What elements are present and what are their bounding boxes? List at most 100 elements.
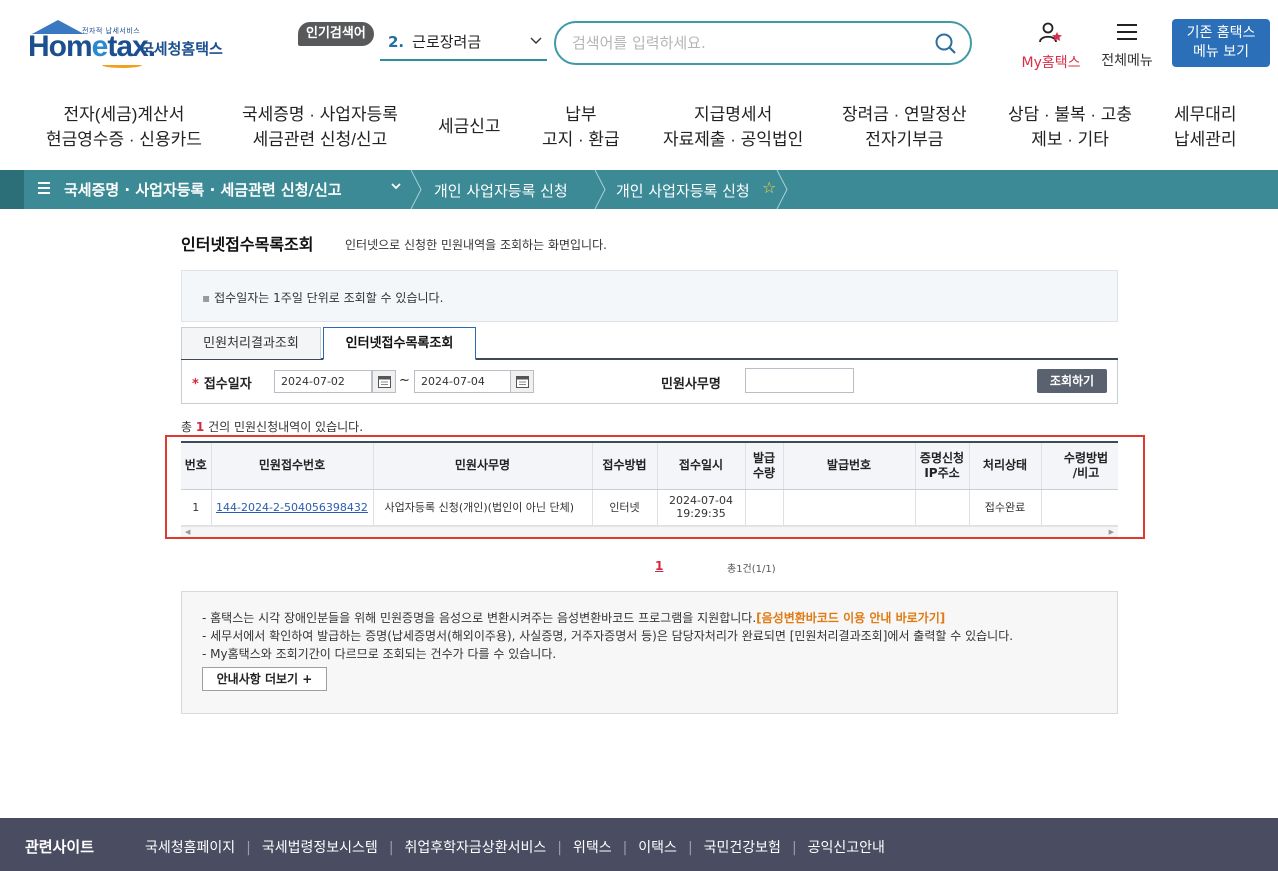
gnb-label: 세금관련 신청/신고 [252, 130, 388, 149]
search-box [554, 21, 972, 65]
gnb-item-consult[interactable]: 상담 · 불복 · 고충 제보 · 기타 [1008, 102, 1132, 152]
count-suffix: 건의 민원신청내역이 있습니다. [208, 420, 364, 434]
my-hometax-link[interactable]: My홈택스 [1016, 22, 1086, 72]
notice-text: 접수일자는 1주일 단위로 조회할 수 있습니다. [214, 291, 444, 305]
footer-separator: | [388, 840, 394, 856]
info-box: - 홈택스는 시각 장애인분들을 위해 민원증명을 음성으로 변환시켜주는 음성… [181, 591, 1118, 714]
gnb-label: 전자(세금)계산서 [63, 105, 185, 124]
footer-separator: | [791, 840, 797, 856]
breadcrumb-edge [0, 170, 24, 209]
calendar-icon[interactable] [510, 370, 534, 393]
breadcrumb-separator-icon [410, 170, 422, 209]
related-sites-title: 관련사이트 [25, 838, 95, 856]
gnb-item-tax-report[interactable]: 세금신고 [438, 114, 501, 139]
gnb-label: 국세증명 · 사업자등록 [242, 105, 398, 124]
user-icon [1038, 22, 1064, 48]
page-description: 인터넷으로 신청한 민원내역을 조회하는 화면입니다. [345, 238, 607, 252]
footer-link[interactable]: 국세법령정보시스템 [262, 840, 378, 856]
gnb-label: 제보 · 기타 [1031, 130, 1109, 149]
gnb-label: 납부 [565, 105, 597, 124]
search-form: * 접수일자 2024-07-02 ~ 2024-07-04 민원사무명 조회하기 [181, 360, 1118, 404]
footer-link[interactable]: 취업후학자금상환서비스 [405, 840, 547, 856]
gnb-label: 자료제출 · 공익법인 [663, 130, 804, 149]
logo-swoosh-icon [102, 62, 142, 68]
required-mark: * [192, 377, 199, 392]
old-menu-line1: 기존 홈택스 [1186, 25, 1256, 41]
footer-link[interactable]: 이택스 [638, 840, 677, 856]
page-total: 총1건(1/1) [727, 564, 776, 575]
gnb-item-statement[interactable]: 지급명세서 자료제출 · 공익법인 [663, 102, 803, 152]
popular-search-badge: 인기검색어 [298, 22, 374, 46]
my-hometax-label: My홈택스 [1021, 55, 1081, 71]
chevron-down-icon[interactable] [389, 179, 403, 197]
logo-brand: Hometax. [28, 30, 156, 63]
gnb-label: 현금영수증 · 신용카드 [46, 130, 202, 149]
info-line-3: - My홈택스와 조회기간이 다르므로 조회되는 건수가 다를 수 있습니다. [202, 647, 557, 661]
notice-box: ▪ 접수일자는 1주일 단위로 조회할 수 있습니다. [181, 270, 1118, 322]
hometax-logo[interactable]: 전자적 납세서비스 Hometax. 국세청홈택스 [26, 20, 236, 70]
gnb-item-certificate[interactable]: 국세증명 · 사업자등록 세금관련 신청/신고 [242, 102, 398, 152]
footer-link[interactable]: 위택스 [573, 840, 612, 856]
info-line-1: - 홈택스는 시각 장애인분들을 위해 민원증명을 음성으로 변환시켜주는 음성… [202, 609, 945, 626]
page-number-current[interactable]: 1 [655, 559, 663, 573]
all-menu-button[interactable]: 전체메뉴 [1096, 22, 1158, 70]
voice-barcode-link[interactable]: [음성변환바코드 이용 안내 바로가기] [756, 611, 945, 625]
gnb-label: 고지 · 환급 [542, 130, 620, 149]
footer-link[interactable]: 공익신고안내 [808, 840, 885, 856]
result-count: 총 1 건의 민원신청내역이 있습니다. [181, 418, 363, 435]
gnb-item-incentive[interactable]: 장려금 · 연말정산 전자기부금 [842, 102, 967, 152]
menu-list-icon [38, 182, 50, 196]
gnb-item-agent[interactable]: 세무대리 납세관리 [1174, 102, 1237, 152]
tab-bar: 민원처리결과조회 인터넷접수목록조회 [181, 327, 1118, 360]
count-prefix: 총 [181, 420, 193, 434]
civil-name-input[interactable] [745, 368, 854, 393]
gnb-item-payment[interactable]: 납부 고지 · 환급 [542, 102, 620, 152]
header: 전자적 납세서비스 Hometax. 국세청홈택스 인기검색어 2. 근로장려금 … [0, 0, 1278, 84]
all-menu-label: 전체메뉴 [1101, 53, 1153, 69]
footer-separator: | [246, 840, 251, 856]
popular-keyword: 근로장려금 [412, 33, 482, 51]
breadcrumb-level1[interactable]: 국세증명 · 사업자등록 · 세금관련 신청/신고 [64, 179, 342, 200]
gnb-label: 장려금 · 연말정산 [842, 105, 967, 124]
tab-internet-receipt[interactable]: 인터넷접수목록조회 [323, 327, 476, 360]
breadcrumb-separator-icon [776, 170, 788, 209]
calendar-icon[interactable] [372, 370, 396, 393]
footer-separator: | [622, 840, 628, 856]
breadcrumb: 국세증명 · 사업자등록 · 세금관련 신청/신고 개인 사업자등록 신청 개인… [0, 170, 1278, 209]
search-input[interactable] [572, 32, 912, 54]
global-nav: 전자(세금)계산서 현금영수증 · 신용카드 국세증명 · 사업자등록 세금관련… [0, 96, 1278, 158]
footer-link[interactable]: 국민건강보험 [704, 840, 781, 856]
date-range-separator: ~ [399, 373, 410, 388]
bullet-icon: ▪ [202, 291, 211, 305]
gnb-label: 세금신고 [438, 117, 501, 136]
date-from-input[interactable]: 2024-07-02 [274, 370, 372, 393]
popular-search-select[interactable]: 2. 근로장려금 [380, 28, 547, 61]
popular-rank: 2. [388, 33, 405, 51]
footer: 관련사이트 국세청홈페이지 | 국세법령정보시스템 | 취업후학자금상환서비스 | 위택스 |… [0, 818, 1278, 871]
more-info-button[interactable]: 안내사항 더보기 + [202, 667, 327, 691]
gnb-label: 전자기부금 [865, 130, 944, 149]
gnb-label: 세무대리 [1174, 105, 1237, 124]
gnb-item-invoice[interactable]: 전자(세금)계산서 현금영수증 · 신용카드 [46, 102, 202, 152]
old-menu-button[interactable]: 기존 홈택스 메뉴 보기 [1172, 19, 1270, 67]
query-button[interactable]: 조회하기 [1037, 369, 1107, 393]
favorite-star-icon[interactable]: ☆ [762, 178, 776, 197]
gnb-label: 지급명세서 [694, 105, 773, 124]
tab-civil-result[interactable]: 민원처리결과조회 [181, 327, 321, 359]
info-line-2: - 세무서에서 확인하여 발급하는 증명(납세증명서(해외이주용), 사실증명,… [202, 629, 1014, 643]
search-icon[interactable] [934, 32, 958, 56]
breadcrumb-level2[interactable]: 개인 사업자등록 신청 [434, 180, 568, 201]
old-menu-line2: 메뉴 보기 [1193, 44, 1249, 60]
highlight-frame [165, 435, 1145, 539]
civil-name-label: 민원사무명 [661, 377, 721, 392]
hamburger-icon [1116, 24, 1138, 46]
receipt-date-label-text: 접수일자 [203, 377, 252, 392]
page-title: 인터넷접수목록조회 [181, 235, 314, 254]
date-to-input[interactable]: 2024-07-04 [414, 370, 512, 393]
footer-link[interactable]: 국세청홈페이지 [145, 840, 235, 856]
gnb-label: 납세관리 [1174, 130, 1237, 149]
breadcrumb-separator-icon [594, 170, 606, 209]
related-sites-links: 국세청홈페이지 | 국세법령정보시스템 | 취업후학자금상환서비스 | 위택스 | 이택스 | 국민… [145, 837, 885, 857]
breadcrumb-level3[interactable]: 개인 사업자등록 신청 [616, 180, 750, 201]
receipt-date-label: * 접수일자 [192, 373, 252, 392]
